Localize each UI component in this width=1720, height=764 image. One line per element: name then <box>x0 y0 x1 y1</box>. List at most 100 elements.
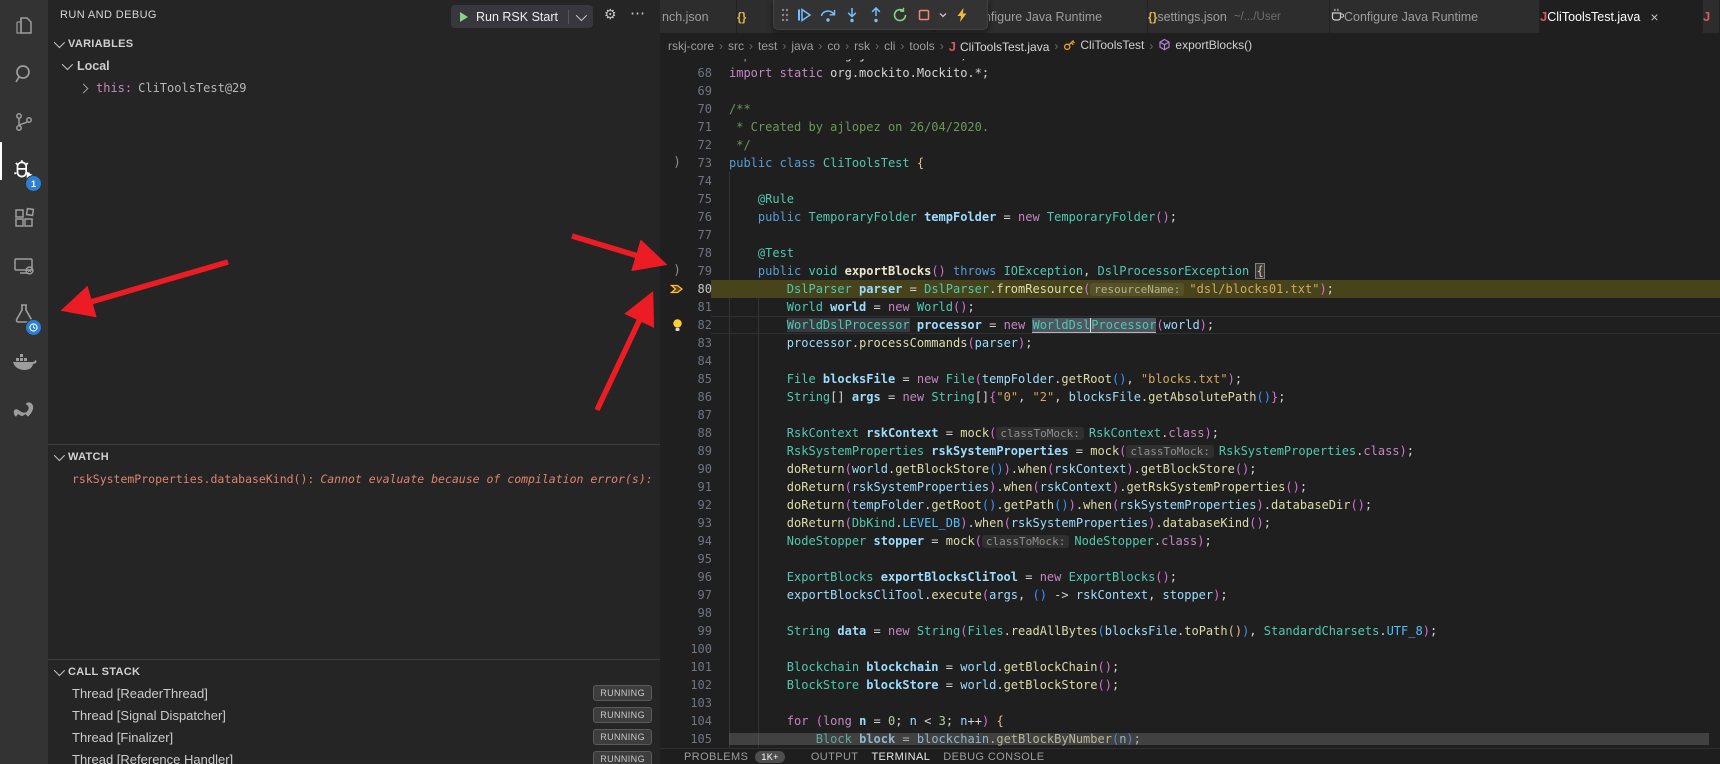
code-line-86[interactable]: 86 String[] args = new String[]{"0", "2"… <box>660 388 1720 406</box>
activity-gradle-icon[interactable] <box>0 390 48 430</box>
debug-continue-button[interactable] <box>792 3 816 27</box>
breadcrumb-item[interactable]: tools <box>909 39 934 53</box>
debug-drag-handle[interactable] <box>778 3 792 27</box>
close-icon[interactable]: × <box>1650 9 1658 25</box>
code-line-95[interactable]: 95 <box>660 550 1720 568</box>
callstack-thread[interactable]: Thread [Finalizer]RUNNING <box>48 726 660 748</box>
gear-icon[interactable]: ⚙ <box>604 6 617 23</box>
debug-step-out-button[interactable] <box>864 3 888 27</box>
code-line-71[interactable]: 71 * Created by ajlopez on 26/04/2020. <box>660 118 1720 136</box>
run-config-button[interactable]: Run RSK Start <box>451 5 593 28</box>
code-line-81[interactable]: 81 World world = new World(); <box>660 298 1720 316</box>
code-line-73[interactable]: )73public class CliToolsTest { <box>660 154 1720 172</box>
code-line-96[interactable]: 96 ExportBlocks exportBlocksCliTool = ne… <box>660 568 1720 586</box>
callstack-thread[interactable]: Thread [ReaderThread]RUNNING <box>48 682 660 704</box>
activity-testing-icon[interactable] <box>0 294 48 334</box>
variable-this[interactable]: this: CliToolsTest@29 <box>48 77 660 99</box>
code-line-77[interactable]: 77 <box>660 226 1720 244</box>
code-line-69[interactable]: 69 <box>660 82 1720 100</box>
debug-stop-button[interactable] <box>912 3 936 27</box>
breadcrumb-file[interactable]: JCliToolsTest.java <box>949 39 1050 54</box>
breadcrumb-item[interactable]: src <box>728 39 744 53</box>
activity-extensions-icon[interactable] <box>0 198 48 238</box>
debug-step-over-button[interactable] <box>816 3 840 27</box>
variables-section-header[interactable]: VARIABLES <box>48 33 660 55</box>
code-line-72[interactable]: 72 */ <box>660 136 1720 154</box>
code-line-87[interactable]: 87 <box>660 406 1720 424</box>
code-line-98[interactable]: 98 <box>660 604 1720 622</box>
tab-CliToolsTest.java[interactable]: JCliToolsTest.java× <box>1540 0 1703 33</box>
tab-settings.json[interactable]: {}settings.json~/.../User <box>1148 0 1330 33</box>
code-line-90[interactable]: 90 doReturn(world.getBlockStore()).when(… <box>660 460 1720 478</box>
code-line-99[interactable]: 99 String data = new String(Files.readAl… <box>660 622 1720 640</box>
code-line-88[interactable]: 88 RskContext rskContext = mock(classToM… <box>660 424 1720 442</box>
code-line-76[interactable]: 76 public TemporaryFolder tempFolder = n… <box>660 208 1720 226</box>
code-line-70[interactable]: 70/** <box>660 100 1720 118</box>
code-line-97[interactable]: 97 exportBlocksCliTool.execute(args, () … <box>660 586 1720 604</box>
panel-tab-terminal[interactable]: TERMINAL <box>871 749 930 764</box>
breadcrumb-item[interactable]: cli <box>884 39 895 53</box>
code-line-102[interactable]: 102 BlockStore blockStore = world.getBlo… <box>660 676 1720 694</box>
code-line-75[interactable]: 75 @Rule <box>660 190 1720 208</box>
watch-section-header[interactable]: WATCH <box>48 446 660 468</box>
horizontal-scrollbar[interactable] <box>729 733 1709 745</box>
breadcrumb-item[interactable]: test <box>758 39 777 53</box>
code-line-104[interactable]: 104 for (long n = 0; n < 3; n++) { <box>660 712 1720 730</box>
watch-expression[interactable]: rskSystemProperties.databaseKind(): Cann… <box>48 468 684 490</box>
code-line-101[interactable]: 101 Blockchain blockchain = world.getBlo… <box>660 658 1720 676</box>
code-line-74[interactable]: 74 <box>660 172 1720 190</box>
code-line-85[interactable]: 85 File blocksFile = new File(tempFolder… <box>660 370 1720 388</box>
code-line-84[interactable]: 84 <box>660 352 1720 370</box>
code-line-100[interactable]: 100 <box>660 640 1720 658</box>
variables-scope-local[interactable]: Local <box>48 55 660 77</box>
breadcrumb-item[interactable]: java <box>791 39 813 53</box>
line-number: 101 <box>660 658 712 676</box>
activity-remote-explorer-icon[interactable] <box>0 246 48 286</box>
tab-nch.json[interactable]: nch.json <box>660 0 737 33</box>
debug-stop-dropdown-button[interactable] <box>936 3 950 27</box>
callstack-thread[interactable]: Thread [Signal Dispatcher]RUNNING <box>48 704 660 726</box>
breadcrumb-item[interactable]: rskj-core <box>668 39 714 53</box>
code-line-82[interactable]: 82 WorldDslProcessor processor = new Wor… <box>660 316 1720 334</box>
debug-hot-code-replace-button[interactable] <box>950 3 974 27</box>
breadcrumb-separator: › <box>818 39 822 53</box>
activity-run-and-debug-icon[interactable]: 1 <box>0 150 48 190</box>
panel-tab-output[interactable]: OUTPUT <box>811 749 859 764</box>
breadcrumb-item[interactable]: rsk <box>854 39 870 53</box>
code-line-80[interactable]: 80 DslParser parser = DslParser.fromReso… <box>660 280 1720 298</box>
code-line-93[interactable]: 93 doReturn(DbKind.LEVEL_DB).when(rskSys… <box>660 514 1720 532</box>
panel-tab-problems[interactable]: PROBLEMS1K+ <box>684 749 798 764</box>
breadcrumb-item[interactable]: co <box>827 39 840 53</box>
line-number: 82 <box>660 316 712 334</box>
activity-source-control-icon[interactable] <box>0 102 48 142</box>
code-line-83[interactable]: 83 processor.processCommands(parser); <box>660 334 1720 352</box>
code-line-78[interactable]: 78 @Test <box>660 244 1720 262</box>
bottom-panel-tabs: PROBLEMS1K+ OUTPUT TERMINAL DEBUG CONSOLE <box>660 748 1720 764</box>
code-editor[interactable]: 67import static org.junit.Assert.*;68imp… <box>660 59 1720 748</box>
debug-restart-button[interactable] <box>888 3 912 27</box>
chevron-down-icon[interactable] <box>576 9 587 20</box>
activity-search-icon[interactable] <box>0 54 48 94</box>
code-line-68[interactable]: 68import static org.mockito.Mockito.*; <box>660 64 1720 82</box>
code-line-89[interactable]: 89 RskSystemProperties rskSystemProperti… <box>660 442 1720 460</box>
tab-Configure Java Runtime[interactable]: Configure Java Runtime <box>1330 0 1540 33</box>
breadcrumb-separator: › <box>1149 39 1153 53</box>
call-stack-section-header[interactable]: CALL STACK <box>48 661 660 683</box>
thread-name: Thread [Finalizer] <box>72 730 593 745</box>
activity-docker-icon[interactable] <box>0 342 48 382</box>
panel-tab-debug-console[interactable]: DEBUG CONSOLE <box>943 749 1044 764</box>
code-line-79[interactable]: )79 public void exportBlocks() throws IO… <box>660 262 1720 280</box>
tab-hidden-6[interactable]: J <box>1703 0 1720 33</box>
more-actions-icon[interactable]: ⋯ <box>630 4 646 22</box>
breadcrumb-symbol[interactable]: exportBlocks() <box>1158 38 1252 54</box>
code-line-91[interactable]: 91 doReturn(rskSystemProperties).when(rs… <box>660 478 1720 496</box>
code-line-94[interactable]: 94 NodeStopper stopper = mock(classToMoc… <box>660 532 1720 550</box>
code-line-92[interactable]: 92 doReturn(tempFolder.getRoot().getPath… <box>660 496 1720 514</box>
debug-step-into-button[interactable] <box>840 3 864 27</box>
play-icon <box>460 12 468 22</box>
callstack-thread[interactable]: Thread [Reference Handler]RUNNING <box>48 748 660 764</box>
breadcrumb-symbol[interactable]: CliToolsTest <box>1063 38 1144 54</box>
line-number: 91 <box>660 478 712 496</box>
code-line-103[interactable]: 103 <box>660 694 1720 712</box>
activity-explorer-icon[interactable] <box>0 6 48 46</box>
